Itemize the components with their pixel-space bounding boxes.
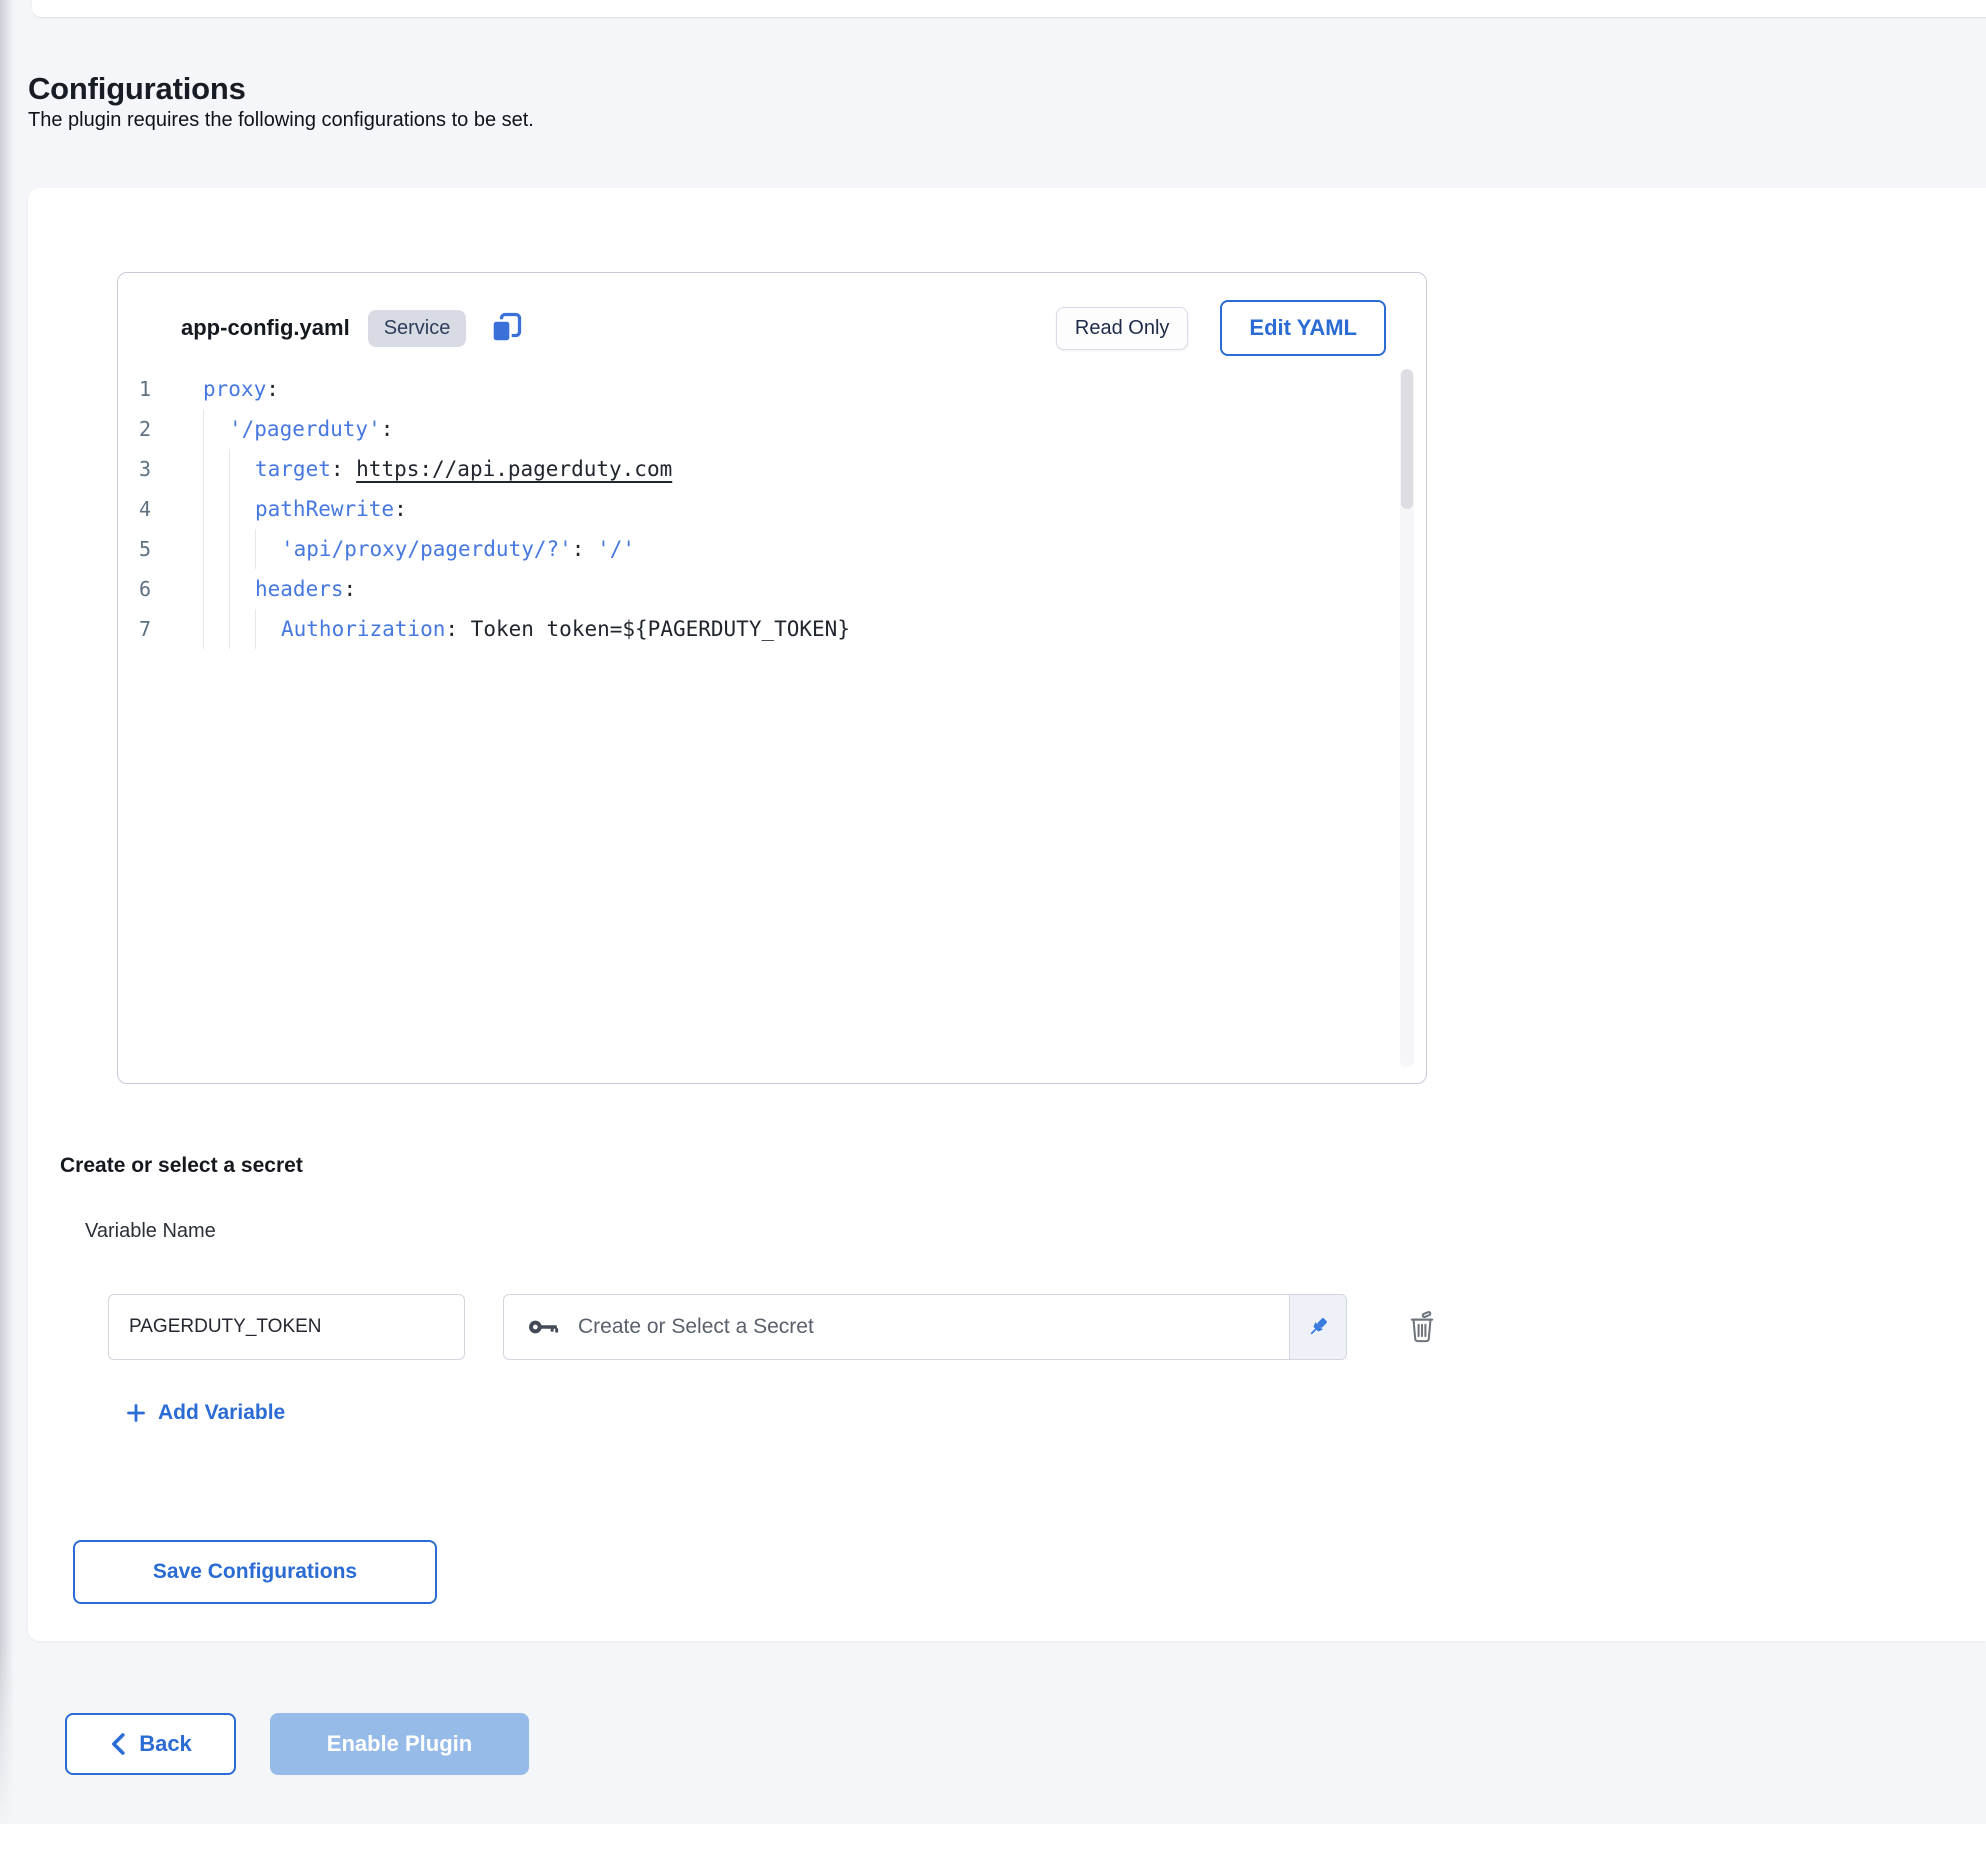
code-editor[interactable]: 1 proxy: 2 '/pagerduty': 3 target: https://ap… — [118, 369, 1396, 1073]
line-number: 4 — [118, 489, 151, 529]
variable-rows: Create or Select a Secret — [108, 1292, 1946, 1362]
code-token: https://api.pagerduty.com — [356, 449, 672, 489]
yaml-editor-card: app-config.yaml Service Read Only Edit Y… — [117, 272, 1427, 1084]
pin-icon — [1305, 1314, 1331, 1340]
line-number: 3 — [118, 449, 151, 489]
bottom-background — [0, 1824, 1986, 1856]
code-token: Authorization — [281, 609, 445, 649]
secret-select-placeholder: Create or Select a Secret — [578, 1315, 1289, 1339]
indent-guide — [203, 569, 229, 609]
key-icon — [528, 1317, 562, 1337]
code-token: proxy — [203, 369, 266, 409]
indent-guide — [203, 449, 229, 489]
indent-guide — [229, 449, 255, 489]
indent-guide — [203, 489, 229, 529]
secret-select[interactable]: Create or Select a Secret — [503, 1294, 1347, 1360]
read-only-badge: Read Only — [1056, 307, 1189, 350]
line-number: 2 — [118, 409, 151, 449]
secret-section-heading: Create or select a secret — [60, 1154, 303, 1178]
variable-row: Create or Select a Secret — [108, 1292, 1946, 1362]
plus-icon — [124, 1401, 148, 1425]
page-title: Configurations — [28, 71, 246, 107]
indent-guide — [255, 609, 281, 649]
trash-icon — [1407, 1310, 1437, 1344]
line-number: 1 — [118, 369, 151, 409]
line-number: 6 — [118, 569, 151, 609]
code-line: 5 'api/proxy/pagerduty/?': '/' — [118, 529, 1396, 569]
code-line: 2 '/pagerduty': — [118, 409, 1396, 449]
chevron-left-icon — [109, 1732, 127, 1756]
variable-name-label: Variable Name — [85, 1220, 216, 1243]
code-token: pathRewrite — [255, 489, 394, 529]
code-token: : — [381, 409, 394, 449]
add-variable-label: Add Variable — [158, 1401, 285, 1425]
page-subtitle: The plugin requires the following config… — [28, 109, 534, 132]
pin-button[interactable] — [1289, 1295, 1346, 1359]
indent-guide — [203, 409, 229, 449]
code-token: 'api/proxy/pagerduty/?' — [281, 529, 572, 569]
code-token: Token token=${PAGERDUTY_TOKEN} — [471, 609, 850, 649]
add-variable-button[interactable]: Add Variable — [118, 1400, 291, 1426]
line-number: 7 — [118, 609, 151, 649]
indent-guide — [229, 609, 255, 649]
code-line: 4 pathRewrite: — [118, 489, 1396, 529]
save-configurations-button[interactable]: Save Configurations — [73, 1540, 437, 1604]
back-button-label: Back — [139, 1731, 192, 1757]
code-token: : — [572, 529, 597, 569]
editor-scrollbar[interactable] — [1400, 369, 1414, 1067]
code-token: : — [331, 449, 356, 489]
line-number: 5 — [118, 529, 151, 569]
code-token: : — [344, 569, 357, 609]
code-token: headers — [255, 569, 344, 609]
back-button[interactable]: Back — [65, 1713, 236, 1775]
indent-guide — [229, 529, 255, 569]
edit-yaml-button[interactable]: Edit YAML — [1220, 300, 1386, 356]
delete-variable-button[interactable] — [1399, 1304, 1445, 1350]
copy-button[interactable] — [488, 310, 524, 346]
code-token: target — [255, 449, 331, 489]
code-token: : — [394, 489, 407, 529]
indent-guide — [255, 529, 281, 569]
code-token: '/' — [597, 529, 635, 569]
service-badge: Service — [368, 310, 467, 347]
code-token: '/pagerduty' — [229, 409, 381, 449]
configurations-card: app-config.yaml Service Read Only Edit Y… — [28, 188, 1986, 1641]
indent-guide — [203, 529, 229, 569]
editor-header: app-config.yaml Service Read Only Edit Y… — [118, 273, 1426, 357]
code-lines: 1 proxy: 2 '/pagerduty': 3 target: https://ap… — [118, 369, 1396, 649]
variable-name-input[interactable] — [108, 1294, 465, 1360]
indent-guide — [229, 569, 255, 609]
code-token: : — [266, 369, 279, 409]
previous-card-bottom-edge — [32, 0, 1986, 18]
copy-icon — [488, 334, 524, 349]
editor-scrollbar-thumb[interactable] — [1401, 369, 1413, 509]
indent-guide — [229, 489, 255, 529]
code-line: 7 Authorization: Token token=${PAGERDUTY_… — [118, 609, 1396, 649]
enable-plugin-button[interactable]: Enable Plugin — [270, 1713, 529, 1775]
code-line: 6 headers: — [118, 569, 1396, 609]
code-line: 3 target: https://api.pagerduty.com — [118, 449, 1396, 489]
left-edge-shadow — [0, 0, 14, 1828]
file-name: app-config.yaml — [181, 315, 350, 341]
code-line: 1 proxy: — [118, 369, 1396, 409]
indent-guide — [203, 609, 229, 649]
code-token: : — [445, 609, 470, 649]
